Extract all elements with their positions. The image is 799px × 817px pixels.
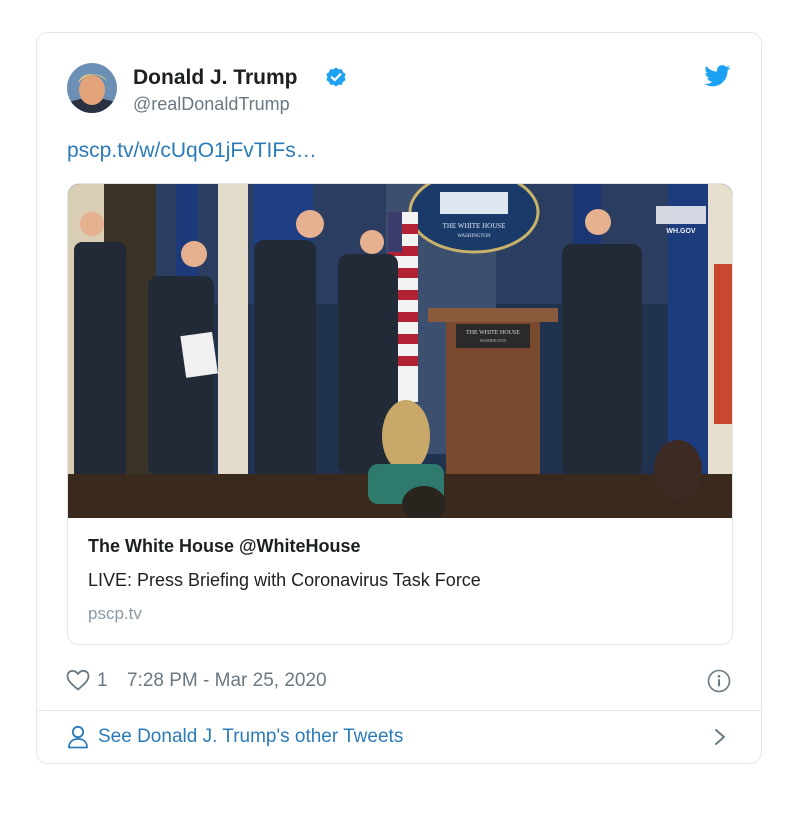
heart-icon[interactable] xyxy=(66,669,90,691)
podium-subtext: WASHINGTON xyxy=(480,338,507,343)
person-icon xyxy=(68,725,88,749)
author-avatar[interactable] xyxy=(67,63,117,113)
briefing-video-thumbnail[interactable]: THE WHITE HOUSE WASHINGTON THE WHITE HOU… xyxy=(68,184,733,518)
info-icon[interactable] xyxy=(707,669,731,693)
verified-badge-icon xyxy=(326,67,346,87)
media-link-card[interactable]: THE WHITE HOUSE WASHINGTON THE WHITE HOU… xyxy=(67,183,733,645)
see-other-tweets-link[interactable]: See Donald J. Trump's other Tweets xyxy=(98,726,403,748)
like-count[interactable]: 1 xyxy=(97,670,108,692)
footer-divider xyxy=(37,710,761,711)
avatar-image xyxy=(67,63,117,113)
seal-subtext: WASHINGTON xyxy=(457,234,491,239)
media-card-title: The White House @WhiteHouse xyxy=(88,536,361,556)
media-card-domain: pscp.tv xyxy=(88,604,142,623)
seal-text: THE WHITE HOUSE xyxy=(443,222,506,230)
embedded-tweet-card: Donald J. Trump @realDonaldTrump pscp.tv… xyxy=(36,32,762,764)
tweet-link[interactable]: pscp.tv/w/cUqO1jFvTIFs… xyxy=(67,139,317,163)
tweet-timestamp[interactable]: 7:28 PM - Mar 25, 2020 xyxy=(127,670,327,692)
twitter-bird-icon[interactable] xyxy=(704,65,731,87)
author-handle[interactable]: @realDonaldTrump xyxy=(133,94,290,115)
media-card-description: LIVE: Press Briefing with Coronavirus Ta… xyxy=(88,570,481,590)
author-name[interactable]: Donald J. Trump xyxy=(133,66,298,90)
wh-gov-watermark: WH.GOV xyxy=(666,228,695,235)
podium-text: THE WHITE HOUSE xyxy=(466,330,520,336)
chevron-right-icon[interactable] xyxy=(713,727,727,747)
